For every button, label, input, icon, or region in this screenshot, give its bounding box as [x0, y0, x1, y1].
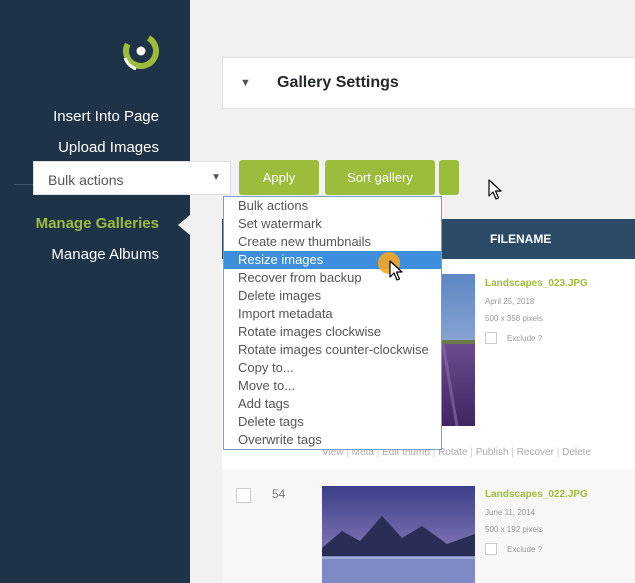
menu-item-import-metadata[interactable]: Import metadata: [224, 305, 441, 323]
bulk-actions-value: Bulk actions: [48, 172, 124, 188]
row-number: 54: [272, 487, 286, 501]
sidebar: Insert Into Page Upload Images Manage Ga…: [0, 0, 190, 583]
nav-manage-albums[interactable]: Manage Albums: [51, 246, 159, 263]
menu-item-rotate-counter-clockwise[interactable]: Rotate images counter-clockwise: [224, 341, 441, 359]
action-delete[interactable]: Delete: [562, 447, 591, 458]
menu-item-recover-backup[interactable]: Recover from backup: [224, 269, 441, 287]
row-dimensions: 500 x 192 pixels: [485, 525, 543, 534]
gallery-settings-panel[interactable]: ▼ Gallery Settings: [222, 57, 635, 109]
exclude-checkbox[interactable]: [485, 332, 497, 344]
menu-item-overwrite-tags[interactable]: Overwrite tags: [224, 431, 441, 449]
apply-button[interactable]: Apply: [239, 160, 319, 195]
nav-upload-images[interactable]: Upload Images: [58, 139, 159, 156]
action-publish[interactable]: Publish: [476, 447, 509, 458]
menu-item-delete-images[interactable]: Delete images: [224, 287, 441, 305]
nav-insert-into-page[interactable]: Insert Into Page: [53, 108, 159, 125]
select-arrow-icon: ▼: [211, 172, 221, 183]
bulk-actions-select[interactable]: Bulk actions ▼: [33, 161, 231, 195]
row-filename[interactable]: Landscapes_023.JPG: [485, 278, 588, 289]
nav-manage-galleries[interactable]: Manage Galleries: [36, 215, 159, 232]
caret-down-icon[interactable]: ▼: [240, 77, 251, 89]
nextgen-logo-icon: [123, 33, 159, 71]
row-filename[interactable]: Landscapes_022.JPG: [485, 489, 588, 500]
toolbar-extra-button[interactable]: [439, 160, 459, 195]
exclude-checkbox[interactable]: [485, 543, 497, 555]
thumbnail-mountain-lake[interactable]: [322, 486, 475, 583]
active-nav-arrow-icon: [178, 215, 190, 235]
bulk-actions-menu: Bulk actions Set watermark Create new th…: [223, 196, 442, 450]
sort-gallery-button[interactable]: Sort gallery: [325, 160, 435, 195]
menu-item-move-to[interactable]: Move to...: [224, 377, 441, 395]
gallery-settings-title: Gallery Settings: [277, 74, 399, 91]
action-rotate[interactable]: Rotate: [438, 447, 467, 458]
exclude-label: Exclude ?: [507, 545, 543, 554]
row-date: April 25, 2018: [485, 297, 535, 306]
column-header-filename[interactable]: FILENAME: [490, 232, 551, 246]
menu-item-delete-tags[interactable]: Delete tags: [224, 413, 441, 431]
exclude-label: Exclude ?: [507, 334, 543, 343]
menu-item-resize-images[interactable]: Resize images: [224, 251, 441, 269]
row-select-checkbox[interactable]: [236, 488, 251, 503]
menu-item-create-thumbnails[interactable]: Create new thumbnails: [224, 233, 441, 251]
mouse-cursor-icon: [389, 260, 403, 281]
menu-item-copy-to[interactable]: Copy to...: [224, 359, 441, 377]
menu-item-set-watermark[interactable]: Set watermark: [224, 215, 441, 233]
row-dimensions: 500 x 358 pixels: [485, 314, 543, 323]
action-recover[interactable]: Recover: [517, 447, 554, 458]
row-date: June 11, 2014: [485, 508, 536, 517]
menu-item-rotate-clockwise[interactable]: Rotate images clockwise: [224, 323, 441, 341]
mouse-cursor-icon: [488, 179, 502, 200]
menu-item-bulk-actions[interactable]: Bulk actions: [224, 197, 441, 215]
menu-item-add-tags[interactable]: Add tags: [224, 395, 441, 413]
